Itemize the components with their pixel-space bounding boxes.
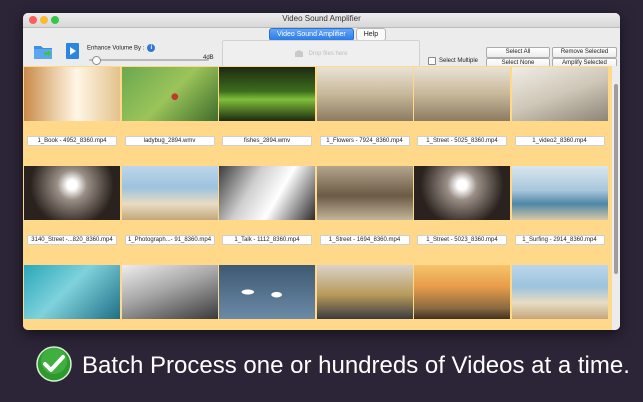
select-multiple-toggle[interactable]: Select Multiple (428, 57, 478, 65)
drop-zone[interactable]: Drop files here (222, 40, 420, 67)
video-tile[interactable]: 3140_Street -...820_8360.mp4 (23, 165, 120, 261)
add-video-icon[interactable] (63, 42, 83, 60)
video-tile[interactable] (23, 264, 120, 330)
video-filename: 1_Surfing - 2914_8360.mp4 (514, 235, 605, 245)
scroll-thumb[interactable] (614, 84, 618, 274)
video-thumbnail[interactable] (24, 265, 120, 319)
video-tile[interactable] (511, 264, 608, 330)
video-tile[interactable]: ladybug_2894.wmv (121, 66, 218, 162)
video-thumbnail[interactable] (219, 166, 315, 220)
enhance-volume-text: Enhance Volume By : (87, 45, 145, 52)
info-icon[interactable]: i (147, 44, 156, 52)
video-thumbnail[interactable] (414, 67, 510, 121)
title-bar: Video Sound Amplifier (23, 13, 620, 28)
video-thumbnail[interactable] (414, 166, 510, 220)
slider-value: 4dB (203, 55, 214, 61)
drop-box-icon (295, 50, 304, 57)
video-filename: 1_Street - 5023_8360.mp4 (417, 235, 507, 245)
checkmark-badge-icon (36, 346, 72, 382)
video-thumbnail[interactable] (511, 67, 608, 121)
video-filename: 1_Street - 1694_8360.mp4 (319, 235, 410, 245)
video-thumbnail[interactable] (121, 166, 218, 220)
select-multiple-label: Select Multiple (439, 58, 479, 64)
video-filename: 1_Photograph...- 91_8360.mp4 (124, 235, 215, 245)
toolbar: Enhance Volume By :i 4dB Drop files here… (23, 39, 620, 69)
video-thumbnail[interactable] (219, 67, 315, 121)
drop-zone-text: Drop files here (308, 50, 348, 57)
video-thumbnail[interactable] (121, 265, 218, 319)
remove-selected-button[interactable]: Remove Selected (552, 47, 617, 58)
open-folder-icon[interactable] (33, 42, 53, 60)
video-tile[interactable] (316, 264, 413, 330)
video-thumbnail[interactable] (121, 67, 218, 121)
volume-slider[interactable] (89, 56, 209, 65)
window-title: Video Sound Amplifier (282, 14, 361, 23)
select-all-button[interactable]: Select All (486, 47, 550, 58)
select-multiple-checkbox[interactable] (428, 57, 436, 65)
video-tile[interactable]: 1_Photograph...- 91_8360.mp4 (121, 165, 218, 261)
vertical-scrollbar[interactable] (612, 66, 620, 330)
video-tile[interactable]: 1_Street - 5025_8360.mp4 (413, 66, 510, 162)
video-filename: 1_Flowers - 7924_8360.mp4 (319, 136, 410, 146)
video-tile[interactable]: 1_Talk - 1112_8360.mp4 (218, 165, 315, 261)
video-tile[interactable]: 1_Street - 5023_8360.mp4 (413, 165, 510, 261)
promo-caption: Batch Process one or hundreds of Videos … (82, 352, 630, 379)
video-thumbnail[interactable] (316, 166, 413, 220)
video-tile[interactable]: 1_Surfing - 2914_8360.mp4 (511, 165, 608, 261)
video-filename: ladybug_2894.wmv (124, 136, 215, 146)
video-tile[interactable]: 1_Street - 1694_8360.mp4 (316, 165, 413, 261)
video-thumbnail[interactable] (316, 265, 413, 319)
video-filename: 1_video2_8360.mp4 (514, 136, 605, 146)
video-thumbnail[interactable] (511, 265, 608, 319)
video-thumbnail[interactable] (316, 67, 413, 121)
video-thumbnail[interactable] (24, 166, 120, 220)
video-thumbnail[interactable] (219, 265, 315, 319)
video-tile[interactable] (121, 264, 218, 330)
app-window: Video Sound Amplifier Video Sound Amplif… (23, 13, 620, 330)
enhance-volume-label: Enhance Volume By :i (87, 44, 156, 52)
video-tile[interactable]: 1_Book - 4952_8360.mp4 (23, 66, 120, 162)
slider-thumb[interactable] (92, 56, 102, 65)
video-tile[interactable] (413, 264, 510, 330)
video-filename: fishes_2894.wmv (222, 136, 312, 146)
video-tile[interactable]: 1_Flowers - 7924_8360.mp4 (316, 66, 413, 162)
video-tile[interactable]: fishes_2894.wmv (218, 66, 315, 162)
video-grid: 1_Book - 4952_8360.mp4 ladybug_2894.wmv fi… (23, 66, 612, 330)
video-filename: 3140_Street -...820_8360.mp4 (27, 235, 117, 245)
video-filename: 1_Talk - 1112_8360.mp4 (222, 235, 312, 245)
video-thumbnail[interactable] (24, 67, 120, 121)
video-tile[interactable]: 1_video2_8360.mp4 (511, 66, 608, 162)
video-tile[interactable] (218, 264, 315, 330)
video-filename: 1_Street - 5025_8360.mp4 (417, 136, 507, 146)
video-filename: 1_Book - 4952_8360.mp4 (27, 136, 117, 146)
video-thumbnail[interactable] (511, 166, 608, 220)
video-thumbnail[interactable] (414, 265, 510, 319)
